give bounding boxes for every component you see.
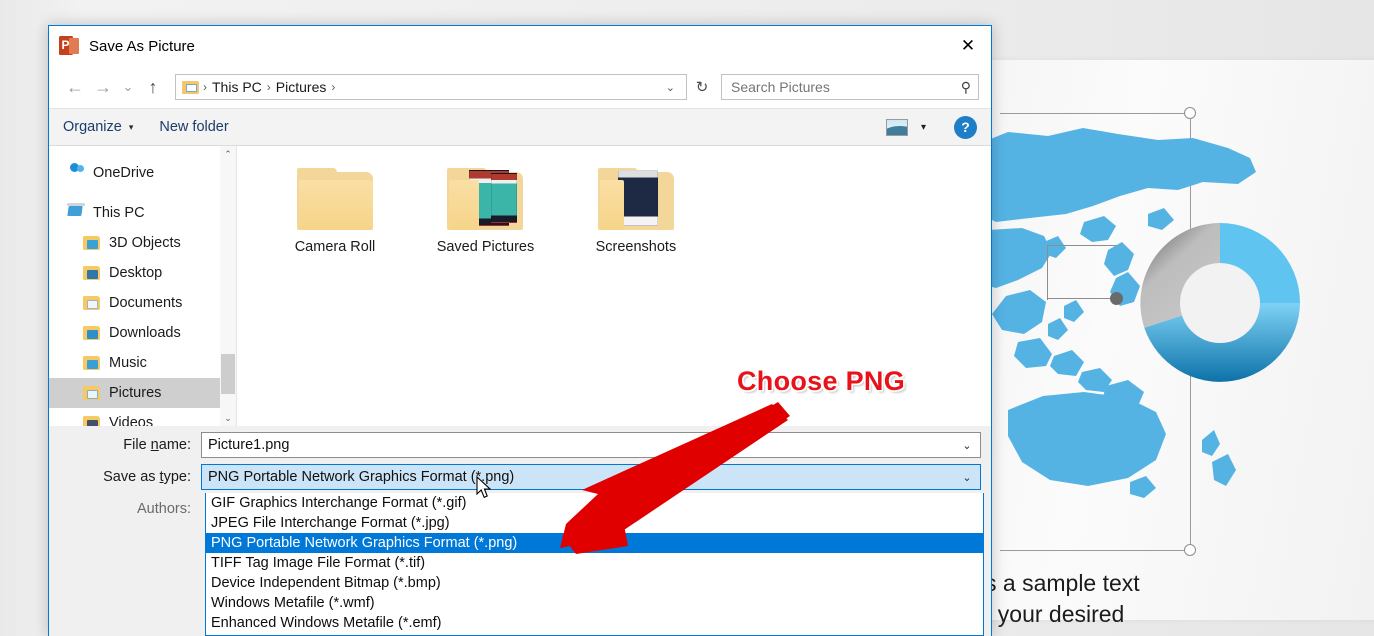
chevron-down-icon[interactable]: ▾ bbox=[921, 122, 926, 133]
folder-label: Camera Roll bbox=[275, 239, 395, 255]
change-view-icon[interactable] bbox=[886, 119, 908, 136]
list-item[interactable]: Screenshots bbox=[576, 168, 696, 255]
refresh-icon[interactable]: ↻ bbox=[689, 74, 715, 100]
pc-icon bbox=[67, 205, 85, 221]
sidebar-item-pictures[interactable]: Pictures bbox=[49, 378, 236, 408]
sidebar-item-label: Pictures bbox=[109, 385, 161, 401]
new-folder-button[interactable]: New folder bbox=[159, 119, 228, 135]
help-button[interactable]: ? bbox=[954, 116, 977, 139]
back-button[interactable]: ← bbox=[61, 73, 89, 101]
slide-text-line-2: t your desired bbox=[985, 599, 1374, 630]
command-bar: Organize ▾ New folder ▾ ? bbox=[49, 108, 991, 146]
map-callout-box bbox=[1047, 245, 1117, 300]
scroll-up-icon[interactable]: ⌃ bbox=[220, 146, 236, 162]
up-button[interactable]: ↑ bbox=[139, 73, 167, 101]
save-as-type-value: PNG Portable Network Graphics Format (*.… bbox=[208, 469, 514, 485]
folder-desktop-icon bbox=[83, 265, 101, 281]
mouse-cursor bbox=[476, 476, 494, 500]
breadcrumb-folder-icon bbox=[182, 80, 199, 94]
sidebar-item-label: This PC bbox=[93, 205, 145, 221]
sidebar-item-label: Videos bbox=[109, 415, 153, 426]
sidebar-item-videos[interactable]: Videos bbox=[49, 408, 236, 426]
file-name-label: File name: bbox=[49, 437, 201, 453]
chevron-down-icon[interactable]: ⌄ bbox=[954, 471, 980, 484]
sidebar-item-label: OneDrive bbox=[93, 165, 154, 181]
folder-thumbnail-icon bbox=[598, 168, 674, 230]
folder-documents-icon bbox=[83, 295, 101, 311]
organize-button[interactable]: Organize ▾ bbox=[63, 119, 133, 135]
folder-pictures-icon bbox=[83, 385, 101, 401]
sidebar-item-label: Desktop bbox=[109, 265, 162, 281]
sidebar-item-documents[interactable]: Documents bbox=[49, 288, 236, 318]
chevron-down-icon: ▾ bbox=[129, 122, 134, 133]
dialog-titlebar: P Save As Picture ✕ bbox=[49, 26, 991, 66]
sidebar-item-this-pc[interactable]: This PC bbox=[49, 198, 236, 228]
list-item[interactable]: Saved Pictures bbox=[425, 168, 545, 255]
sidebar-item-3d-objects[interactable]: 3D Objects bbox=[49, 228, 236, 258]
breadcrumb-separator-2: › bbox=[330, 80, 336, 94]
slide-sample-text: s a sample text t your desired bbox=[985, 568, 1374, 630]
sidebar-item-onedrive[interactable]: OneDrive bbox=[49, 158, 236, 188]
scrollbar-thumb[interactable] bbox=[221, 354, 235, 394]
organize-label: Organize bbox=[63, 119, 122, 135]
search-icon: ⚲ bbox=[961, 79, 971, 96]
chevron-down-icon[interactable]: ⌄ bbox=[661, 81, 680, 94]
breadcrumb[interactable]: › This PC › Pictures › ⌄ bbox=[175, 74, 687, 100]
new-folder-label: New folder bbox=[159, 119, 228, 135]
breadcrumb-item-this-pc[interactable]: This PC bbox=[208, 79, 266, 95]
navigation-pane-scrollbar[interactable]: ⌃ ⌄ bbox=[220, 146, 236, 426]
dialog-title: Save As Picture bbox=[89, 38, 195, 55]
chevron-down-icon[interactable]: ⌄ bbox=[954, 439, 980, 452]
slide-text-line-1: s a sample text bbox=[985, 568, 1374, 599]
navigation-bar: ← → ⌄ ↑ › This PC › Pictures › ⌄ ↻ ⚲ bbox=[49, 66, 991, 108]
powerpoint-icon: P bbox=[59, 36, 80, 57]
sidebar-item-label: Downloads bbox=[109, 325, 181, 341]
list-item[interactable]: Camera Roll bbox=[275, 168, 395, 255]
folder-thumbnail-icon bbox=[447, 168, 523, 230]
folder-3d-icon bbox=[83, 235, 101, 251]
map-callout-line bbox=[1047, 298, 1117, 299]
dropdown-option-wmf[interactable]: Windows Metafile (*.wmf) bbox=[206, 593, 983, 613]
scroll-down-icon[interactable]: ⌄ bbox=[220, 410, 236, 426]
save-as-type-label: Save as type: bbox=[49, 469, 201, 485]
sidebar-item-music[interactable]: Music bbox=[49, 348, 236, 378]
navigation-pane: OneDrive This PC 3D Objects Desktop Docu… bbox=[49, 146, 237, 426]
sidebar-item-downloads[interactable]: Downloads bbox=[49, 318, 236, 348]
search-box[interactable]: ⚲ bbox=[721, 74, 979, 100]
folder-videos-icon bbox=[83, 415, 101, 426]
dropdown-option-emf[interactable]: Enhanced Windows Metafile (*.emf) bbox=[206, 613, 983, 633]
sidebar-item-desktop[interactable]: Desktop bbox=[49, 258, 236, 288]
sidebar-item-label: Documents bbox=[109, 295, 182, 311]
folder-label: Screenshots bbox=[576, 239, 696, 255]
dropdown-option-bmp[interactable]: Device Independent Bitmap (*.bmp) bbox=[206, 573, 983, 593]
cloud-icon bbox=[67, 165, 85, 181]
sidebar-item-label: Music bbox=[109, 355, 147, 371]
recent-locations-button[interactable]: ⌄ bbox=[117, 73, 139, 101]
authors-label: Authors: bbox=[49, 501, 201, 517]
folder-downloads-icon bbox=[83, 325, 101, 341]
forward-button[interactable]: → bbox=[89, 73, 117, 101]
folder-music-icon bbox=[83, 355, 101, 371]
annotation-arrow-icon bbox=[520, 398, 800, 558]
breadcrumb-item-pictures[interactable]: Pictures bbox=[272, 79, 331, 95]
donut-chart bbox=[1135, 218, 1305, 388]
sidebar-item-label: 3D Objects bbox=[109, 235, 181, 251]
annotation-label: Choose PNG bbox=[737, 366, 905, 397]
close-icon[interactable]: ✕ bbox=[945, 26, 991, 66]
map-callout-dot bbox=[1110, 292, 1123, 305]
folder-empty-icon bbox=[297, 168, 373, 230]
file-name-value: Picture1.png bbox=[208, 437, 289, 453]
folder-label: Saved Pictures bbox=[425, 239, 545, 255]
search-input[interactable] bbox=[729, 78, 961, 96]
